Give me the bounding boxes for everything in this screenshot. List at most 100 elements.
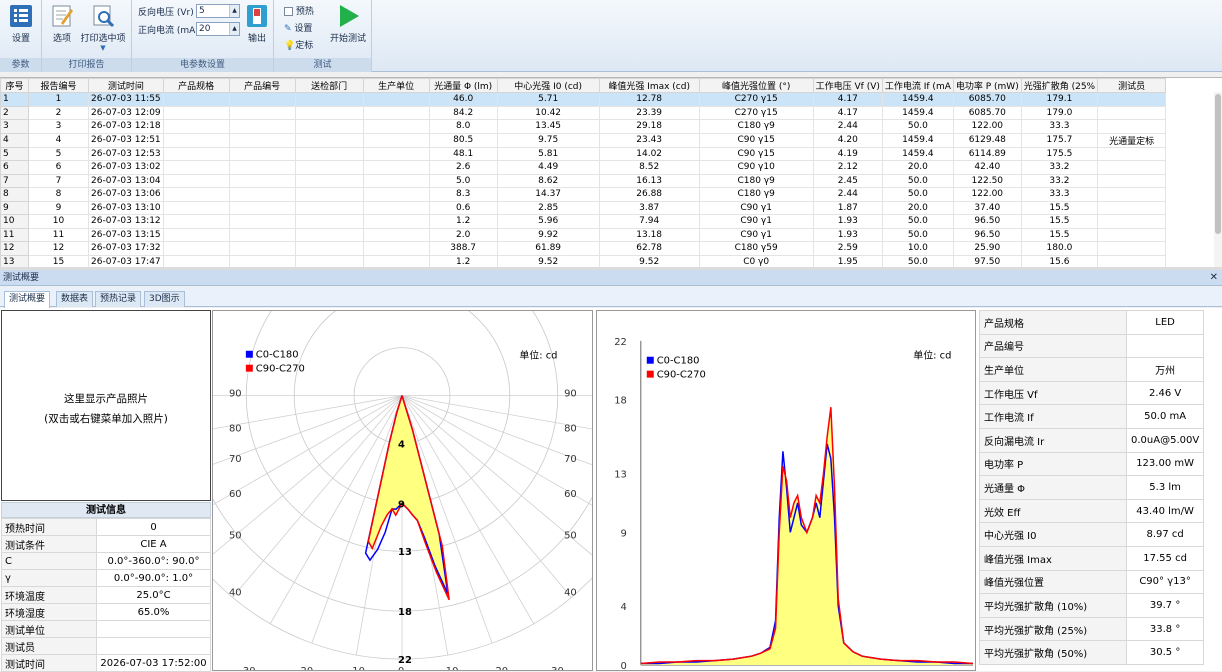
start-test-button[interactable]: 开始测试 [326, 3, 370, 44]
calibrate-label: 定标 [295, 41, 314, 51]
table-cell: 37.40 [952, 200, 1022, 215]
tab-datatable[interactable]: 数据表 [56, 291, 94, 307]
spin-icon[interactable]: ▲ [229, 5, 239, 17]
row-number-cell: 6 [0, 160, 29, 175]
table-cell [294, 146, 364, 161]
info-key: 测试员 [1, 637, 97, 655]
table-cell: 14.37 [496, 187, 600, 202]
product-photo-area[interactable]: 这里显示产品照片 (双击或右键菜单加入照片) [1, 310, 211, 501]
table-cell: 16.13 [598, 173, 700, 188]
calibrate-button[interactable]: 💡定标 [284, 38, 313, 51]
column-header[interactable]: 序号 [0, 78, 29, 93]
column-header[interactable]: 峰值光强 Imax (cd) [598, 78, 700, 93]
table-row[interactable]: 4 4 26-07-03 12:51 80.5 9.75 23.43 C90 γ15 4.20… [0, 132, 1167, 148]
column-header[interactable]: 产品编号 [228, 78, 296, 93]
table-cell: 26-07-03 11:55 [88, 92, 164, 107]
table-cell [162, 214, 230, 229]
legend-label: C90-C270 [256, 364, 305, 375]
column-header[interactable]: 中心光强 I0 (cd) [496, 78, 600, 93]
preheat-checkbox[interactable]: 预热 [284, 4, 314, 17]
table-row[interactable]: 7 7 26-07-03 13:04 5.0 8.62 16.13 C180 γ9 2.45 5… [0, 173, 1167, 188]
table-cell [228, 105, 296, 120]
options-button[interactable]: 选项 [48, 3, 76, 44]
table-cell: C180 γ59 [698, 241, 814, 256]
info-key: 测试时间 [1, 654, 97, 672]
table-cell [162, 160, 230, 175]
column-header[interactable]: 报告编号 [28, 78, 89, 93]
unit-label: 单位: cd [519, 349, 557, 362]
forward-current-input[interactable]: 20 ▲ [196, 22, 240, 36]
table-cell: 180.0 [1020, 241, 1099, 256]
table-row[interactable]: 8 8 26-07-03 13:06 8.3 14.37 26.88 C180 γ9 2.44… [0, 187, 1167, 202]
spin-icon[interactable]: ▲ [229, 23, 239, 35]
table-cell: 26-07-03 13:04 [88, 173, 164, 188]
param-key: 峰值光强位置 [979, 569, 1127, 595]
table-cell: 6129.48 [952, 132, 1022, 148]
table-row[interactable]: 5 5 26-07-03 12:53 48.1 5.81 14.02 C90 γ15 4.19… [0, 146, 1167, 161]
table-row[interactable]: 2 2 26-07-03 12:09 84.2 10.42 23.39 C270 γ15 4.… [0, 105, 1167, 120]
group-print: 选项 打印选中项 ▼ 打印报告 [42, 0, 132, 72]
row-number-cell: 8 [0, 187, 29, 202]
column-header[interactable]: 光强扩散角 (25% [1020, 78, 1099, 93]
param-value: 5.3 lm [1125, 475, 1205, 500]
tab-summary[interactable]: 测试概要 [4, 291, 51, 308]
table-row[interactable]: 6 6 26-07-03 13:02 2.6 4.49 8.52 C90 γ10 2.12 20… [0, 160, 1167, 175]
table-row[interactable]: 10 10 26-07-03 13:12 1.2 5.96 7.94 C90 γ1 1.93 5… [0, 214, 1167, 229]
table-cell [228, 132, 296, 148]
table-cell [162, 241, 230, 256]
table-cell: 10.0 [881, 241, 954, 256]
tab-3d[interactable]: 3D图示 [144, 291, 185, 307]
legend-swatch-c90-c270 [245, 364, 253, 372]
table-cell: 1.95 [812, 254, 883, 267]
table-cell: 9.52 [496, 254, 600, 267]
column-header[interactable]: 电功率 P (mW) [952, 78, 1022, 93]
scrollbar-thumb[interactable] [1215, 94, 1221, 234]
table-cell: 1.2 [428, 254, 498, 267]
table-row[interactable]: 11 11 26-07-03 13:15 2.0 9.92 13.18 C90 γ1 1.93… [0, 227, 1167, 242]
table-row[interactable]: 13 15 26-07-03 17:47 1.2 9.52 9.52 C0 γ0 1.95 50… [0, 254, 1167, 267]
grid-body: 1 1 26-07-03 11:55 46.0 5.71 12.78 C270 γ15 4.1… [0, 92, 1167, 267]
column-header[interactable]: 工作电流 If (mA [881, 78, 954, 93]
test-info-title: 测试信息 [1, 502, 211, 518]
setting-check-button[interactable]: ✎ 设置 [284, 21, 312, 34]
table-cell: 9.75 [496, 132, 600, 148]
output-button[interactable]: 输出 [242, 3, 272, 44]
column-header[interactable]: 生产单位 [362, 78, 430, 93]
table-row[interactable]: 12 12 26-07-03 17:32 388.7 61.89 62.78 C180 γ5… [0, 241, 1167, 256]
dropdown-arrow-icon[interactable]: ▼ [78, 44, 128, 53]
table-cell: C90 γ1 [698, 227, 814, 242]
column-header[interactable]: 光通量 Φ (lm) [428, 78, 498, 93]
info-value [96, 620, 211, 638]
column-header[interactable]: 工作电压 Vf (V) [812, 78, 883, 93]
vertical-scrollbar[interactable] [1214, 92, 1222, 267]
table-cell: 9.92 [496, 227, 600, 242]
column-header[interactable]: 产品规格 [162, 78, 230, 93]
table-cell: 1.2 [428, 214, 498, 229]
column-header[interactable]: 送检部门 [294, 78, 364, 93]
group-label-params: 参数 [0, 58, 41, 72]
print-selected-button[interactable]: 打印选中项 ▼ [78, 3, 128, 53]
info-row: 测试条件 CIE A [1, 535, 211, 553]
settings-button[interactable]: 设置 [6, 3, 36, 44]
table-cell: C180 γ9 [698, 119, 814, 134]
info-row: 测试时间 2026-07-03 17:52:00 [1, 654, 211, 672]
table-cell: 6085.70 [952, 92, 1022, 107]
table-cell: 46.0 [428, 92, 498, 107]
table-cell: 33.3 [1020, 119, 1099, 134]
reverse-voltage-input[interactable]: 5 ▲ [196, 4, 240, 18]
table-row[interactable]: 1 1 26-07-03 11:55 46.0 5.71 12.78 C270 γ15 4.1… [0, 92, 1167, 107]
radial-tick-label: 9 [398, 499, 405, 510]
close-icon[interactable]: ✕ [1210, 270, 1218, 286]
table-row[interactable]: 9 9 26-07-03 13:10 0.6 2.85 3.87 C90 γ1 1.87 20.… [0, 200, 1167, 215]
column-header[interactable]: 峰值光强位置 (°) [698, 78, 814, 93]
radial-tick-label: 18 [398, 607, 412, 618]
table-cell: 96.50 [952, 227, 1022, 242]
results-grid[interactable]: 序号 报告编号 测试时间 产品规格 产品编号 送检部门 生产单位 光通量 Φ (lm) 中心光强… [0, 77, 1222, 267]
table-cell [362, 200, 430, 215]
column-header[interactable]: 测试时间 [88, 78, 164, 93]
column-header[interactable]: 测试员 [1097, 78, 1167, 93]
tab-preheat[interactable]: 预热记录 [95, 291, 142, 307]
bottom-tick-label: 10 [352, 666, 365, 671]
table-row[interactable]: 3 3 26-07-03 12:18 8.0 13.45 29.18 C180 γ9 2.44… [0, 119, 1167, 134]
table-cell [362, 214, 430, 229]
